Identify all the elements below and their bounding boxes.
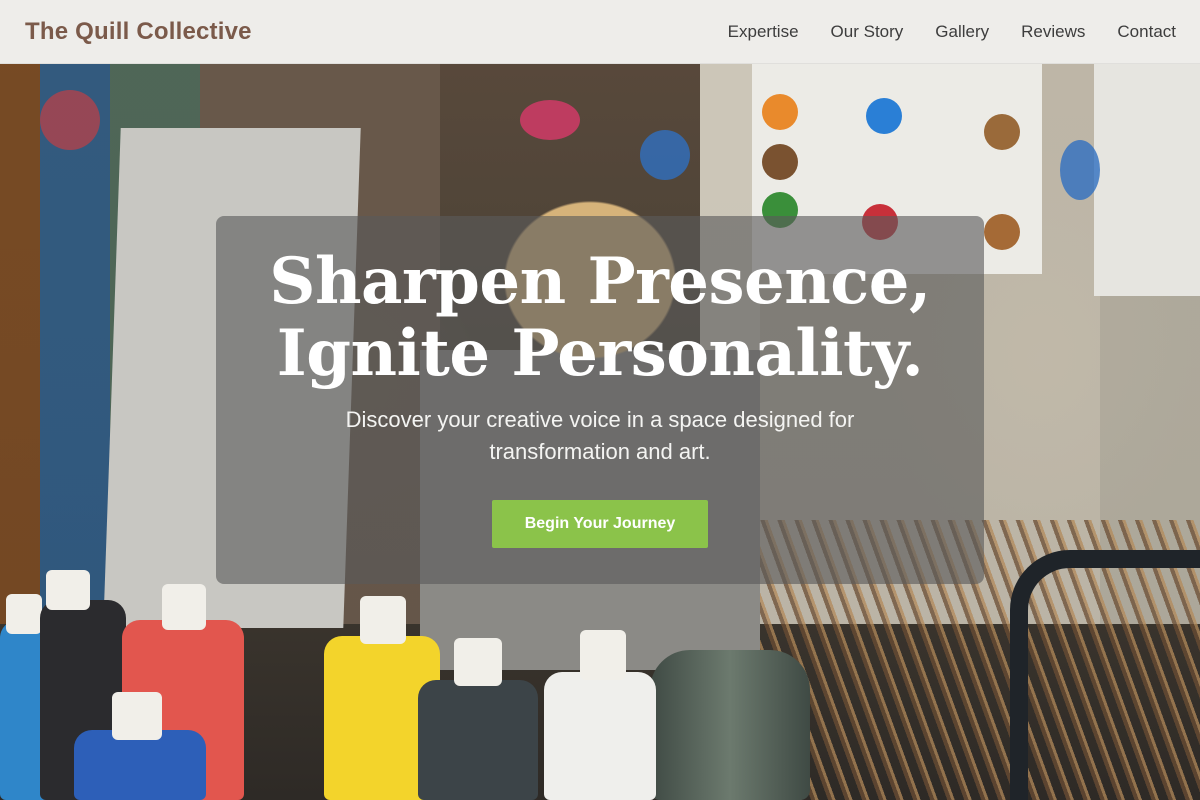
bottle-cap	[580, 630, 626, 680]
blue-paint-bottle	[74, 730, 206, 800]
paint-splash	[40, 90, 100, 150]
main-nav: Expertise Our Story Gallery Reviews Cont…	[728, 22, 1176, 42]
nav-link-contact[interactable]: Contact	[1117, 22, 1176, 42]
paint-splash	[1060, 140, 1100, 200]
paint-splash	[640, 130, 690, 180]
white-paint-bottle	[544, 672, 656, 800]
hero-subtitle: Discover your creative voice in a space …	[345, 407, 855, 464]
bottle-cap	[360, 596, 406, 644]
nav-link-our-story[interactable]: Our Story	[831, 22, 904, 42]
bottle-cap	[162, 584, 206, 630]
bottle-cap	[6, 594, 42, 634]
hero-title: Sharpen Presence, Ignite Personality.	[269, 246, 931, 390]
brand-logo-text[interactable]: The Quill Collective	[25, 18, 252, 46]
brown-paint-dot	[984, 214, 1020, 250]
nav-link-reviews[interactable]: Reviews	[1021, 22, 1085, 42]
hero-card: Sharpen Presence, Ignite Personality. Di…	[216, 216, 984, 584]
brush-jar	[650, 650, 810, 800]
nav-link-gallery[interactable]: Gallery	[935, 22, 989, 42]
brown-paint-dot	[762, 144, 798, 180]
begin-journey-button[interactable]: Begin Your Journey	[492, 500, 708, 548]
orange-paint-dot	[762, 94, 798, 130]
studio-chair	[1010, 550, 1200, 800]
bottle-cap	[46, 570, 90, 610]
paint-splash	[520, 100, 580, 140]
bottle-cap	[112, 692, 162, 740]
hero-title-line-1: Sharpen Presence,	[269, 244, 931, 319]
bottle-cap	[454, 638, 502, 686]
blue-paint-dot	[866, 98, 902, 134]
paper-sheet	[1094, 64, 1200, 296]
brown-paint-dot	[984, 114, 1020, 150]
site-header: The Quill Collective Expertise Our Story…	[0, 0, 1200, 64]
hero-title-line-2: Ignite Personality.	[276, 316, 924, 391]
gray-paint-bottle	[418, 680, 538, 800]
nav-link-expertise[interactable]: Expertise	[728, 22, 799, 42]
